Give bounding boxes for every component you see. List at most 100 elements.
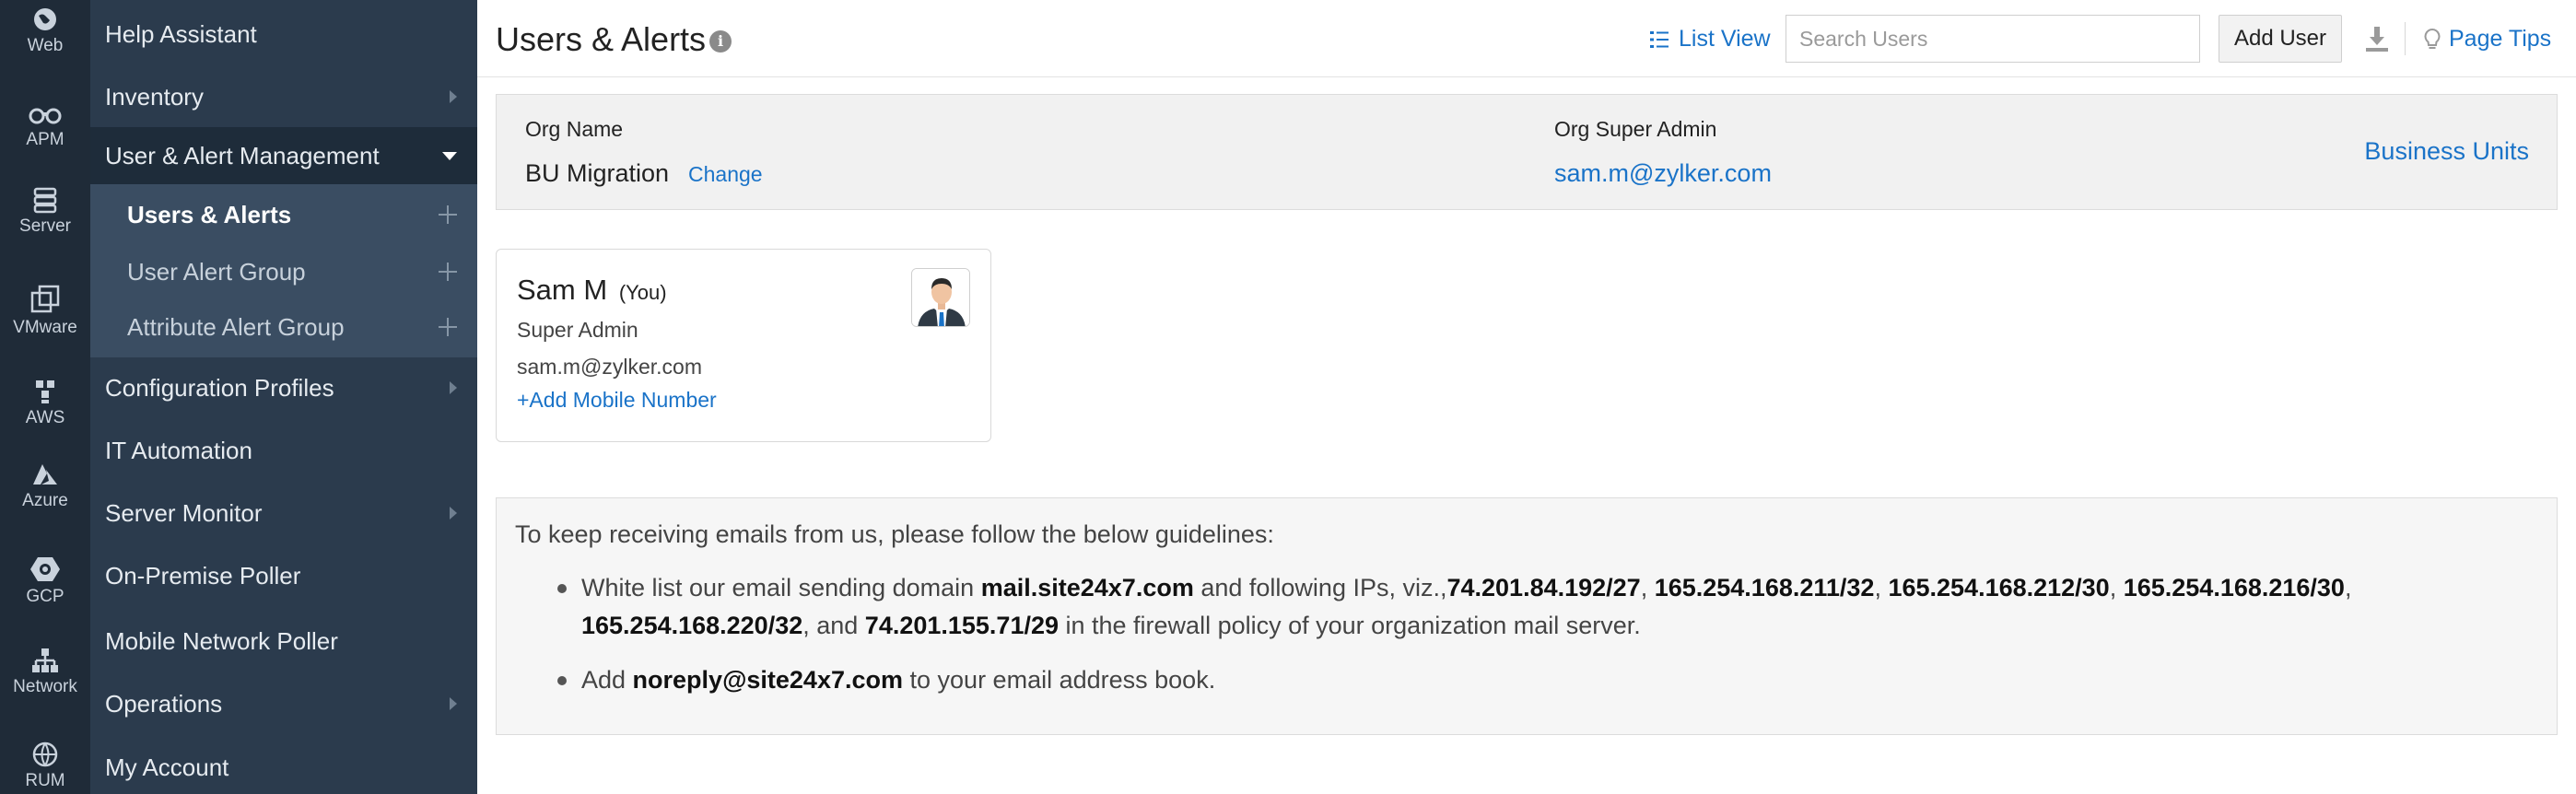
rail-label-vmware: VMware (13, 318, 77, 337)
plus-icon[interactable] (439, 205, 457, 224)
noreply-email: noreply@site24x7.com (632, 666, 904, 694)
rail-item-aws[interactable]: AWS (0, 378, 90, 428)
user-card[interactable]: Sam M (You) Super Admin sam.m@zylker.com… (496, 249, 991, 442)
search-users-input[interactable] (1786, 15, 2200, 63)
business-units-link[interactable]: Business Units (2364, 137, 2529, 166)
vmware-icon (30, 285, 60, 313)
rail-label-server: Server (19, 216, 71, 236)
rail-label-apm: APM (26, 130, 64, 149)
binoculars-icon (29, 108, 62, 124)
info-icon[interactable]: i (709, 30, 732, 53)
separator: , (2109, 574, 2124, 601)
page-tips-label: Page Tips (2449, 26, 2552, 52)
guideline-text: Add (581, 666, 633, 694)
user-role: Super Admin (517, 318, 638, 342)
chevron-right-icon (450, 381, 457, 394)
rail-label-network: Network (13, 677, 77, 696)
ip-address: 165.254.168.212/30 (1888, 574, 2110, 601)
gcp-icon (30, 557, 60, 581)
rail-item-gcp[interactable]: GCP (0, 555, 90, 607)
submenu-item-label: Users & Alerts (127, 200, 292, 228)
rail-item-apm[interactable]: APM (0, 99, 90, 150)
add-mobile-number-link[interactable]: +Add Mobile Number (517, 388, 717, 413)
guideline-address-book: Add noreply@site24x7.com to your email a… (557, 661, 2538, 699)
guidelines-list: White list our email sending domain mail… (515, 569, 2538, 699)
menu-item-server-monitor[interactable]: Server Monitor (90, 485, 477, 542)
ip-address: 165.254.168.216/30 (2123, 574, 2345, 601)
change-org-link[interactable]: Change (688, 162, 763, 187)
submenu-item-users-alerts[interactable]: Users & Alerts (90, 186, 477, 243)
guideline-text: in the firewall policy of your organizat… (1059, 612, 1641, 639)
menu-item-help-assistant[interactable]: Help Assistant (90, 6, 477, 63)
email-guidelines-panel: To keep receiving emails from us, please… (496, 497, 2558, 735)
rail-label-azure: Azure (22, 491, 68, 510)
rail-item-vmware[interactable]: VMware (0, 284, 90, 338)
download-icon[interactable] (2360, 22, 2394, 55)
separator: , (1874, 574, 1889, 601)
menu-item-it-automation[interactable]: IT Automation (90, 422, 477, 479)
menu-item-operations[interactable]: Operations (90, 675, 477, 732)
page-tips-link[interactable]: Page Tips (2423, 26, 2551, 53)
rail-label-web: Web (27, 36, 64, 55)
guideline-text: to your email address book. (903, 666, 1216, 694)
org-super-admin-label: Org Super Admin (1554, 117, 1717, 141)
chevron-down-icon (442, 152, 457, 160)
page-title: Users & Alerts (496, 20, 707, 58)
submenu-user-alert-management: Users & Alerts User Alert Group Attribut… (90, 184, 477, 357)
rail-label-rum: RUM (25, 771, 65, 790)
header-divider (2405, 22, 2406, 55)
rail-item-azure[interactable]: Azure (0, 462, 90, 511)
org-name-value: BU Migration (525, 159, 670, 187)
ip-address: 74.201.155.71/29 (864, 612, 1059, 639)
email-domain: mail.site24x7.com (980, 574, 1194, 601)
menu-item-user-alert-management[interactable]: User & Alert Management (90, 127, 477, 184)
rail-item-web[interactable]: Web (0, 6, 90, 56)
network-icon (32, 648, 58, 672)
rail-label-aws: AWS (25, 408, 65, 427)
menu-item-my-account[interactable]: My Account (90, 739, 477, 794)
ip-address: 165.254.168.211/32 (1654, 574, 1875, 601)
menu-item-label: My Account (105, 753, 229, 781)
guideline-text: and following IPs, viz., (1193, 574, 1447, 601)
globe-icon (34, 8, 56, 30)
separator: , (1640, 574, 1655, 601)
menu-item-label: Mobile Network Poller (105, 626, 338, 655)
chevron-right-icon (450, 697, 457, 710)
separator: , (2344, 574, 2352, 601)
chevron-right-icon (450, 507, 457, 520)
rail-item-network[interactable]: Network (0, 647, 90, 697)
list-view-link[interactable]: List View (1649, 26, 1771, 53)
plus-icon[interactable] (439, 263, 457, 281)
org-name-label: Org Name (525, 117, 624, 141)
lightbulb-icon (2424, 28, 2441, 49)
user-name-text: Sam M (517, 274, 608, 306)
menu-item-inventory[interactable]: Inventory (90, 68, 477, 125)
user-name: Sam M (You) (517, 274, 667, 307)
settings-menu: Help Assistant Inventory User & Alert Ma… (90, 0, 477, 794)
list-view-label: List View (1679, 26, 1771, 52)
menu-item-label: IT Automation (105, 436, 252, 464)
avatar (911, 268, 970, 327)
separator: , and (802, 612, 865, 639)
org-super-admin-email[interactable]: sam.m@zylker.com (1554, 159, 1772, 188)
server-icon (33, 187, 57, 214)
rail-item-server[interactable]: Server (0, 186, 90, 237)
menu-item-label: Server Monitor (105, 498, 263, 527)
menu-item-on-premise-poller[interactable]: On-Premise Poller (90, 547, 477, 604)
product-rail: Web APM Server VMware AWS Azure GCP Netw… (0, 0, 90, 794)
menu-item-label: Help Assistant (105, 19, 257, 48)
submenu-item-user-alert-group[interactable]: User Alert Group (90, 243, 477, 300)
submenu-item-label: Attribute Alert Group (127, 312, 345, 341)
chevron-right-icon (450, 90, 457, 103)
menu-item-configuration-profiles[interactable]: Configuration Profiles (90, 359, 477, 416)
rail-item-rum[interactable]: RUM (0, 741, 90, 791)
menu-item-label: On-Premise Poller (105, 561, 301, 590)
menu-item-label: Inventory (105, 82, 204, 111)
submenu-item-attribute-alert-group[interactable]: Attribute Alert Group (90, 298, 477, 356)
guideline-whitelist: White list our email sending domain mail… (557, 569, 2538, 645)
aws-icon (36, 380, 54, 403)
plus-icon[interactable] (439, 318, 457, 336)
rum-icon (32, 741, 58, 767)
menu-item-mobile-network-poller[interactable]: Mobile Network Poller (90, 613, 477, 670)
add-user-button[interactable]: Add User (2219, 15, 2342, 63)
